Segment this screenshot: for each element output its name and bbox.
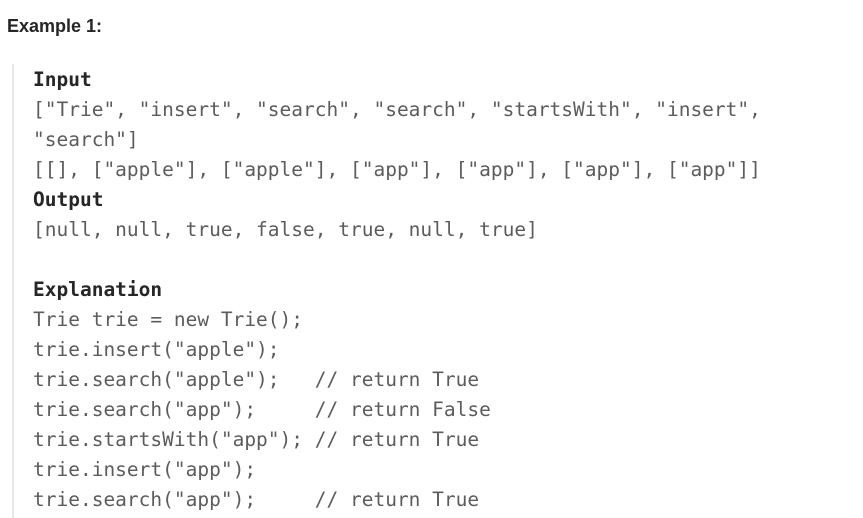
example-code-block: Input ["Trie", "insert", "search", "sear… [12, 64, 852, 518]
explanation-line: trie.insert("app"); [33, 458, 257, 481]
input-label: Input [33, 68, 92, 91]
explanation-line: trie.startsWith("app"); // return True [33, 428, 480, 451]
input-line: "search"] [33, 128, 139, 151]
explanation-line: trie.search("app"); // return False [33, 398, 491, 421]
explanation-line: Trie trie = new Trie(); [33, 308, 304, 331]
explanation-label: Explanation [33, 278, 163, 301]
output-label: Output [33, 188, 104, 211]
explanation-line: trie.search("app"); // return True [33, 488, 480, 511]
input-line: [[], ["apple"], ["apple"], ["app"], ["ap… [33, 158, 761, 181]
example-heading: Example 1: [7, 16, 103, 36]
input-line: ["Trie", "insert", "search", "search", "… [33, 98, 761, 121]
output-value: [null, null, true, false, true, null, tr… [33, 218, 538, 241]
explanation-line: trie.insert("apple"); [33, 338, 280, 361]
explanation-line: trie.search("apple"); // return True [33, 368, 480, 391]
